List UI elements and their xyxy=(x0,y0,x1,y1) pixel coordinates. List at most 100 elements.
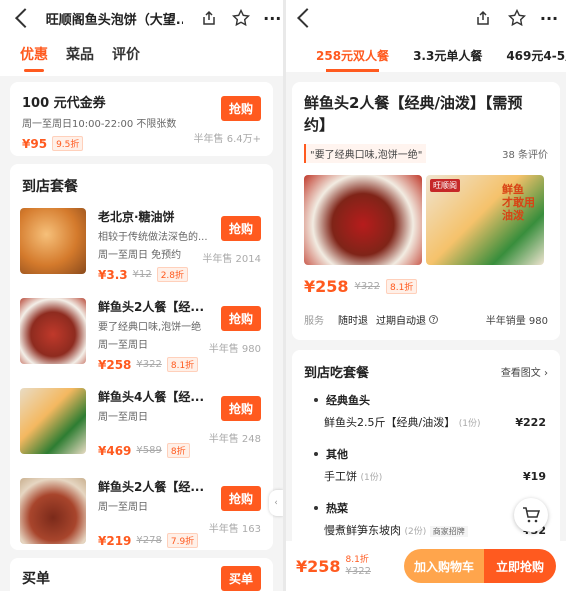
page-title: 旺顺阁鱼头泡饼（大望... xyxy=(45,12,183,28)
detail-sold: 半年销量 980 xyxy=(485,316,548,327)
package-gallery[interactable]: 旺顺阁 鲜鱼 才敢用油泼 xyxy=(304,175,548,265)
back-icon[interactable] xyxy=(297,8,317,28)
package-orig: ¥278 xyxy=(136,535,162,546)
package-title: 鲜鱼头2人餐【经典/油泼】【需预约】 xyxy=(304,94,523,134)
voucher-price: ¥95 xyxy=(22,136,48,151)
menu-section-title: 经典鱼头 xyxy=(292,389,560,411)
menu-item-price: ¥222 xyxy=(515,415,546,429)
package-discount: 7.9折 xyxy=(166,533,199,548)
voucher-discount: 9.5折 xyxy=(52,136,84,151)
package-item[interactable]: 鲜鱼头4人餐【经... 周一至周日 ¥469 ¥589 8折 抢购 半年售 24… xyxy=(10,380,273,470)
top-bar: ··· xyxy=(286,0,566,36)
add-to-cart-button[interactable]: 加入购物车 xyxy=(403,549,484,583)
package-buy-button[interactable]: 抢购 xyxy=(220,486,261,511)
package-orig: ¥322 xyxy=(136,359,162,370)
checkout-header: 买单 xyxy=(22,571,50,587)
packages-card: 到店套餐 老北京·糖油饼 相较于传统做法深色的... 周一至周日 免预约 ¥3.… xyxy=(10,164,273,550)
package-discount: 8折 xyxy=(166,443,190,458)
view-details-link[interactable]: 查看图文 › xyxy=(501,364,548,379)
tab-package-469[interactable]: 469元4-5人 xyxy=(506,47,566,72)
cart-icon[interactable] xyxy=(514,498,548,532)
package-item[interactable]: 老北京·糖油饼 相较于传统做法深色的... 周一至周日 免预约 ¥3.3 ¥12… xyxy=(10,200,273,290)
package-sold: 半年售 248 xyxy=(208,434,261,445)
gallery-image: 旺顺阁 鲜鱼 才敢用油泼 xyxy=(426,175,544,265)
package-buy-button[interactable]: 抢购 xyxy=(220,306,261,331)
package-thumb xyxy=(20,208,86,274)
review-quote: "要了经典口味,泡饼一绝" xyxy=(304,144,427,163)
poster-text: 鲜鱼 才敢用油泼 xyxy=(502,183,535,222)
star-icon[interactable] xyxy=(230,7,252,29)
gallery-image xyxy=(304,175,422,265)
right-panel: ··· 258元双人餐 3.3元单人餐 469元4-5人 鲜鱼头2人餐【经典/油… xyxy=(286,0,566,591)
tab-dishes[interactable]: 菜品 xyxy=(66,44,94,68)
service-auto-refund: 过期自动退 xyxy=(376,316,426,327)
checkout-button[interactable]: 买单 xyxy=(220,566,261,591)
package-sold: 半年售 2014 xyxy=(202,254,261,265)
left-panel: 旺顺阁鱼头泡饼（大望... ··· 优惠 菜品 评价 100 元代金券 周一至周… xyxy=(0,0,283,591)
info-icon[interactable]: ? xyxy=(429,315,438,324)
package-price: ¥3.3 xyxy=(98,267,128,282)
brand-logo: 旺顺阁 xyxy=(430,179,460,192)
bottom-bar: ¥258 8.1折 ¥322 加入购物车 立即抢购 xyxy=(286,541,566,591)
back-icon[interactable] xyxy=(15,8,35,28)
tab-reviews[interactable]: 评价 xyxy=(112,44,140,68)
package-orig: ¥12 xyxy=(132,269,152,280)
package-discount: 2.8折 xyxy=(156,267,189,282)
menu-item: 手工饼 (1份) ¥19 xyxy=(292,465,560,487)
buy-now-button[interactable]: 立即抢购 xyxy=(483,549,556,583)
menu-item-name: 鲜鱼头2.5斤【经典/油泼】 xyxy=(324,416,456,429)
packages-header: 到店套餐 xyxy=(22,179,78,195)
menu-item: 鲜鱼头2.5斤【经典/油泼】 (1份) ¥222 xyxy=(292,411,560,433)
package-discount: 8.1折 xyxy=(166,357,199,372)
package-thumb xyxy=(20,298,86,364)
footer-price: ¥258 xyxy=(296,556,341,576)
detail-price: ¥258 xyxy=(304,277,349,296)
menu-item-qty: (1份) xyxy=(458,419,481,429)
detail-orig: ¥322 xyxy=(354,281,380,292)
more-icon[interactable]: ··· xyxy=(538,7,560,29)
package-buy-button[interactable]: 抢购 xyxy=(220,216,261,241)
footer-discount: 8.1折 xyxy=(345,555,369,565)
menu-item-qty: (2份) xyxy=(404,527,427,537)
collapse-handle[interactable]: ‹ xyxy=(269,490,283,516)
tab-package-258[interactable]: 258元双人餐 xyxy=(316,47,389,72)
menu-item-price: ¥19 xyxy=(523,469,546,483)
checkout-card: 买单 买单 xyxy=(10,558,273,591)
package-detail-card: 鲜鱼头2人餐【经典/油泼】【需预约】 "要了经典口味,泡饼一绝" 38 条评价 … xyxy=(292,82,560,340)
package-buy-button[interactable]: 抢购 xyxy=(220,396,261,421)
menu-item-tag: 商家招牌 xyxy=(429,526,468,537)
voucher-card[interactable]: 100 元代金券 周一至周日10:00-22:00 不限张数 ¥95 9.5折 … xyxy=(10,82,273,156)
menu-section-title: 其他 xyxy=(292,443,560,465)
detail-discount: 8.1折 xyxy=(385,279,418,294)
tab-package-3-3[interactable]: 3.3元单人餐 xyxy=(413,47,482,72)
menu-card: 到店吃套餐 查看图文 › 经典鱼头 鲜鱼头2.5斤【经典/油泼】 (1份) ¥2… xyxy=(292,350,560,570)
menu-item-name: 手工饼 xyxy=(324,470,357,483)
share-icon[interactable] xyxy=(472,7,494,29)
service-refund-anytime: 随时退 xyxy=(338,316,368,327)
top-bar: 旺顺阁鱼头泡饼（大望... ··· xyxy=(0,0,283,36)
menu-item-qty: (1份) xyxy=(360,473,383,483)
review-count[interactable]: 38 条评价 xyxy=(502,146,548,161)
more-icon[interactable]: ··· xyxy=(262,7,284,29)
package-thumb xyxy=(20,388,86,454)
tab-bar: 优惠 菜品 评价 xyxy=(0,36,283,76)
voucher-sold: 半年售 6.4万+ xyxy=(193,134,261,145)
package-tabs: 258元双人餐 3.3元单人餐 469元4-5人 xyxy=(286,36,566,72)
package-item[interactable]: 鲜鱼头2人餐【经... 周一至周日 ¥219 ¥278 7.9折 抢购 半年售 … xyxy=(10,470,273,560)
package-item[interactable]: 鲜鱼头2人餐【经... 要了经典口味,泡饼一绝 周一至周日 ¥258 ¥322 … xyxy=(10,290,273,380)
tab-deals[interactable]: 优惠 xyxy=(20,44,48,72)
voucher-buy-button[interactable]: 抢购 xyxy=(220,96,261,121)
package-price: ¥469 xyxy=(98,443,132,458)
footer-orig: ¥322 xyxy=(345,566,371,577)
package-orig: ¥589 xyxy=(136,445,162,456)
service-label: 服务 xyxy=(304,316,324,327)
package-sold: 半年售 163 xyxy=(208,524,261,535)
package-thumb xyxy=(20,478,86,544)
share-icon[interactable] xyxy=(199,7,221,29)
package-price: ¥258 xyxy=(98,357,132,372)
package-sold: 半年售 980 xyxy=(208,344,261,355)
star-icon[interactable] xyxy=(506,7,528,29)
package-price: ¥219 xyxy=(98,533,132,548)
menu-header: 到店吃套餐 xyxy=(304,366,370,381)
menu-item-name: 慢煮鲜笋东坡肉 xyxy=(324,524,401,537)
